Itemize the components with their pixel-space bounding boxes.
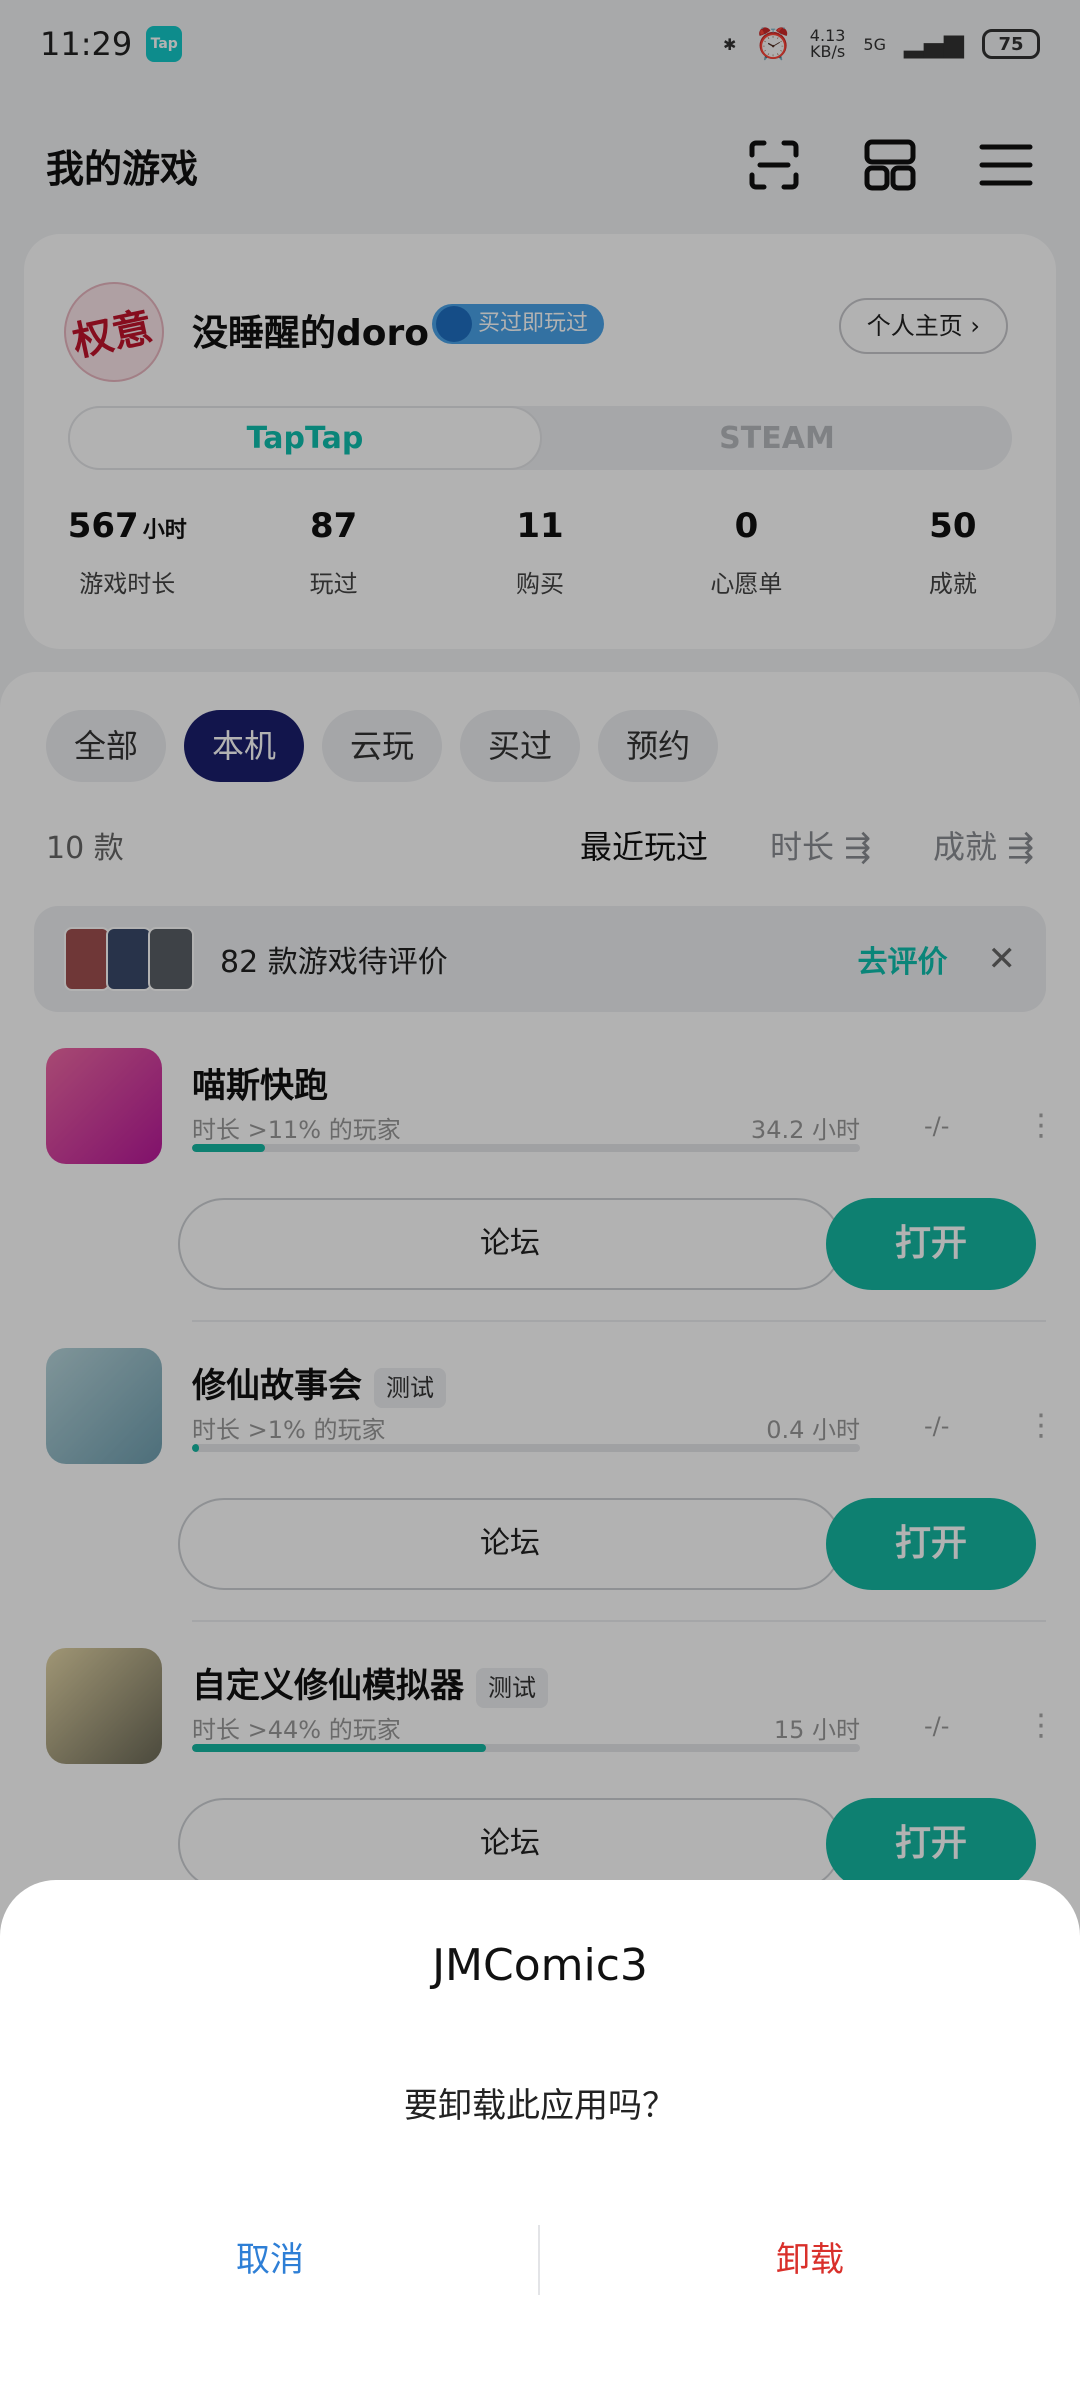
dialog-message: 要卸载此应用吗？: [404, 2086, 676, 2126]
uninstall-button[interactable]: 卸载: [540, 2230, 1080, 2290]
dialog-title: JMComic3: [432, 1940, 648, 1991]
cancel-button[interactable]: 取消: [0, 2230, 540, 2290]
uninstall-dialog: JMComic3 要卸载此应用吗？ 取消 卸载: [0, 1880, 1080, 2387]
